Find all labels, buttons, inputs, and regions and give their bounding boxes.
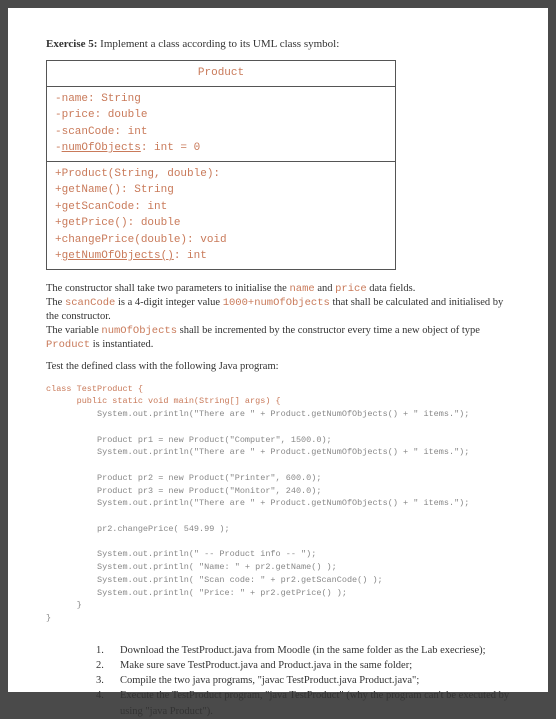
uml-table: Product -name: String-price: double-scan… bbox=[46, 60, 396, 270]
list-item: 2.Make sure save TestProduct.java and Pr… bbox=[96, 658, 510, 673]
test-intro: Test the defined class with the followin… bbox=[46, 360, 510, 374]
list-item: 1.Download the TestProduct.java from Moo… bbox=[96, 643, 510, 658]
document-page: Exercise 5: Implement a class according … bbox=[8, 8, 548, 692]
list-item: 4.Execute the TestProduct program, "java… bbox=[96, 688, 510, 718]
code-block: class TestProduct { public static void m… bbox=[46, 383, 510, 625]
exercise-label: Exercise 5: bbox=[46, 38, 97, 50]
paragraph-constructor: The constructor shall take two parameter… bbox=[46, 282, 510, 353]
exercise-intro: Implement a class according to its UML c… bbox=[97, 38, 339, 50]
instructions-list: 1.Download the TestProduct.java from Moo… bbox=[96, 643, 510, 719]
uml-attributes: -name: String-price: double-scanCode: in… bbox=[47, 86, 396, 161]
list-item: 3.Compile the two java programs, "javac … bbox=[96, 673, 510, 688]
uml-methods: +Product(String, double):+getName(): Str… bbox=[47, 161, 396, 269]
uml-title: Product bbox=[47, 61, 396, 87]
exercise-heading: Exercise 5: Implement a class according … bbox=[46, 38, 510, 50]
